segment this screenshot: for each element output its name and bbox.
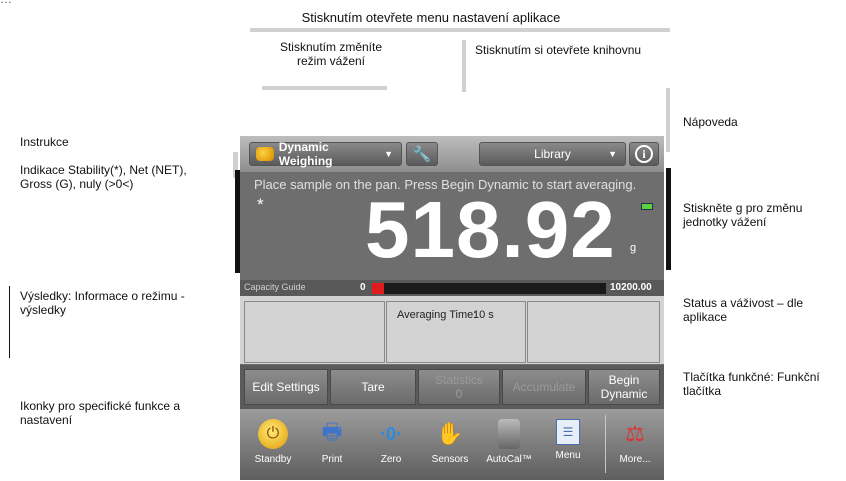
library-label: Library [534,147,571,161]
annotation-results: Výsledky: Informace o režimu - výsledky [20,289,185,317]
results-pointer [9,286,10,358]
standby-button[interactable]: ⏻ Standby [244,413,302,475]
icon-bar: ⏻ Standby 🖶 Print ·0· Zero ✋ Sensors Aut… [240,409,664,480]
help-pointer [666,88,670,152]
mode-button[interactable]: Dynamic Weighing ▼ [249,140,402,168]
capacity-bar [372,283,606,294]
stability-indicator: * [257,195,264,214]
annotation-mode: Stisknutím změníte režim vážení [279,40,383,68]
capacity-max: 10200.00 [610,282,652,293]
results-area: Averaging Time: 10 s [240,296,664,364]
printer-icon: 🖶 [321,419,343,444]
edit-settings-label: Edit Settings [252,380,320,394]
unit-pointer [666,168,671,270]
statistics-count: 0 [455,387,463,401]
zero-icon: ·0· [380,423,402,444]
annotation-icons: Ikonky pro specifické funkce a nastavení [20,399,181,427]
chevron-down-icon: ▼ [384,149,393,159]
zero-button[interactable]: ·0· Zero [362,413,420,475]
capacity-guide: Capacity Guide 0 10200.00 [240,280,664,296]
tare-label: Tare [361,380,385,394]
app-settings-button[interactable]: 🔧 [406,142,438,166]
annotation-function-buttons: Tlačítka funkčné: Funkční tlačítka [683,370,820,398]
battery-icon [641,203,653,210]
wrench-icon: 🔧 [412,146,432,163]
averaging-time-value: 10 s [473,309,494,321]
more-button[interactable]: ⚖ More... [606,413,664,475]
accumulate-label: Accumulate [512,380,576,394]
print-label: Print [321,454,343,465]
more-icon: ⚖ [625,421,645,446]
capacity-min: 0 [360,282,366,293]
help-button[interactable]: i [629,142,659,166]
hand-sensor-icon: ✋ [436,421,464,446]
autocal-button[interactable]: AutoCal™ [480,413,538,475]
more-label: More... [619,454,651,465]
statistics-button[interactable]: Statistics 0 [418,369,500,405]
sensors-label: Sensors [431,454,469,465]
result-cell-middle: Averaging Time: 10 s [386,301,526,363]
chevron-down-icon: ▼ [608,149,617,159]
menu-label: Menu [555,450,581,461]
annotation-app-menu: Stisknutím otevřete menu nastavení aplik… [301,10,561,25]
top-cut-text: … [0,0,846,6]
annotation-instructions: Instrukce [20,135,69,149]
statistics-label: Statistics [434,373,483,387]
menu-icon: ☰ [556,419,580,445]
tare-button[interactable]: Tare [330,369,416,405]
dynamic-weighing-icon [256,147,274,161]
edit-settings-button[interactable]: Edit Settings [244,369,328,405]
annotation-library: Stisknutím si otevřete knihovnu [475,43,642,57]
annotation-help: Nápoveda [683,115,738,129]
weight-reading: 518.92 [365,185,616,274]
sensors-button[interactable]: ✋ Sensors [421,413,479,475]
weight-icon [498,419,520,449]
annotation-status: Status a váživost – dle aplikace [683,296,804,324]
begin-label-line2: Dynamic [600,387,648,401]
app-menu-pointer [250,28,670,32]
autocal-label: AutoCal™ [486,454,532,465]
power-icon: ⏻ [258,419,288,449]
begin-label-line1: Begin [608,373,640,387]
zero-label: Zero [380,454,402,465]
unit-button[interactable]: g [630,242,636,254]
top-bar: Dynamic Weighing ▼ 🔧 Library ▼ i [240,136,664,172]
standby-label: Standby [254,454,292,465]
menu-button[interactable]: ☰ Menu [539,413,597,475]
averaging-time-label: Averaging Time: [397,309,477,321]
print-button[interactable]: 🖶 Print [303,413,361,475]
accumulate-button[interactable]: Accumulate [502,369,586,405]
balance-screen: Dynamic Weighing ▼ 🔧 Library ▼ i Place s… [240,136,664,480]
mode-pointer [262,86,387,90]
annotation-stability: Indikace Stability(*), Net (NET), Gross … [20,163,187,191]
library-button[interactable]: Library ▼ [479,142,626,166]
result-cell-left [244,301,385,363]
capacity-fill [372,283,384,294]
begin-dynamic-button[interactable]: Begin Dynamic [588,369,660,405]
library-pointer [462,40,466,92]
info-icon: i [635,145,653,163]
mode-label: Dynamic Weighing [278,140,333,168]
annotation-unit: Stiskněte g pro změnu jednotky vážení [683,201,803,229]
capacity-label: Capacity Guide [244,282,306,292]
function-button-row: Edit Settings Tare Statistics 0 Accumula… [240,365,664,409]
result-cell-right [527,301,660,363]
